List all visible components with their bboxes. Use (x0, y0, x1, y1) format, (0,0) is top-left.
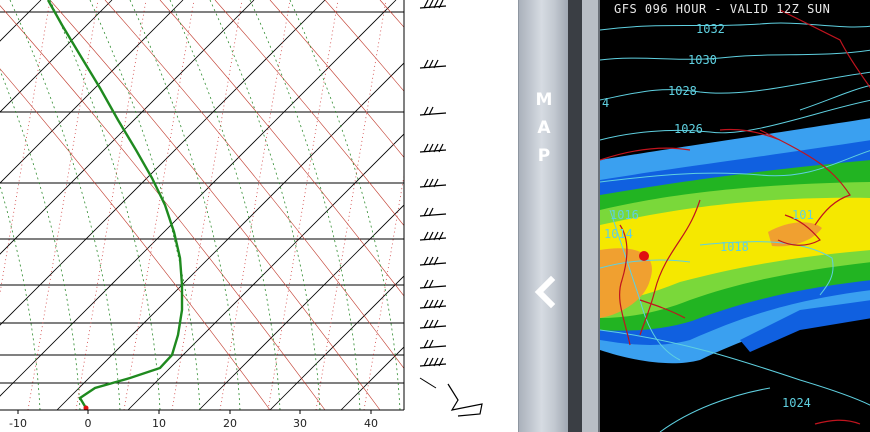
mixing-ratio-line (75, 0, 147, 410)
isotherm-line (198, 204, 404, 410)
moist-adiabat (129, 0, 241, 410)
isotherm-line (127, 133, 404, 410)
wind-barb-icon (419, 279, 447, 289)
moist-adiabat (0, 69, 81, 410)
skewt-canvas: -10 0 10 20 30 40 (0, 0, 518, 430)
isobar-label: 4 (602, 96, 610, 110)
isobar-label: 1026 (674, 122, 703, 136)
isobar-contour (799, 84, 870, 111)
skewt-grid (0, 0, 518, 410)
dry-adiabat (49, 0, 381, 410)
isobar-label: 1028 (668, 84, 697, 98)
dry-adiabat (435, 0, 518, 410)
isotherm-line (56, 62, 404, 410)
isotherm-line (0, 0, 397, 397)
temp-tick-label: 0 (85, 417, 92, 430)
mixing-ratio-line (315, 0, 387, 410)
mixing-ratio-line (171, 0, 243, 410)
wind-barb-icon (419, 0, 447, 9)
dry-adiabat (159, 0, 404, 297)
map-canvas (600, 9, 870, 432)
wind-barb-icon (419, 339, 447, 349)
isobar-contour (659, 387, 771, 432)
wind-barb-icon (419, 319, 447, 329)
dry-adiabat (379, 0, 404, 28)
moist-adiabat (249, 0, 361, 410)
hodograph-icon (419, 377, 483, 417)
moist-adiabat (49, 0, 161, 410)
isotherm-line (0, 0, 255, 255)
panel-gutter (568, 0, 582, 432)
map-letter-p: P (537, 146, 551, 166)
wind-barbs (419, 0, 447, 367)
mixing-ratio-line (267, 0, 339, 410)
isobar-label: 101 (792, 208, 814, 222)
temperature-axis: -10 0 10 20 30 40 (9, 410, 378, 430)
isotherm-line (269, 275, 404, 410)
wind-barb-icon (419, 207, 447, 217)
mixing-ratio-line (412, 0, 482, 410)
wind-barb-icon (419, 299, 447, 309)
dry-adiabat (0, 68, 271, 410)
map-title: GFS 096 HOUR - VALID 12Z SUN (614, 2, 831, 16)
panel-frame (582, 0, 598, 432)
isobar-contour (600, 22, 870, 31)
dry-adiabat (269, 0, 404, 158)
forecast-map[interactable]: GFS 096 HOUR - VALID 12Z SUN 1032 1030 1… (598, 0, 870, 432)
isobar-label: 1014 (604, 227, 633, 241)
moist-adiabat (289, 0, 401, 410)
dry-adiabat (324, 0, 404, 92)
dry-adiabat (490, 0, 518, 410)
skewt-diagram: -10 0 10 20 30 40 (0, 0, 518, 432)
map-letter-m: M (535, 90, 553, 110)
wind-barb-icon (419, 256, 447, 266)
station-marker[interactable] (639, 251, 649, 261)
temp-tick-label: -10 (9, 417, 27, 430)
isotherm-line (0, 0, 184, 184)
temp-tick-label: 30 (293, 417, 307, 430)
isobar-label: 1018 (720, 240, 749, 254)
isobar-label: 1016 (610, 208, 639, 222)
mixing-ratio-line (0, 0, 51, 296)
isotherm-line (340, 346, 404, 410)
temp-tick-label: 10 (152, 417, 166, 430)
mixing-ratio-line (219, 0, 291, 410)
isobar-contour (600, 71, 870, 101)
coastline-path (814, 419, 861, 425)
map-panel-toggle-bar[interactable]: M A P (518, 0, 569, 432)
wind-barb-icon (419, 59, 447, 69)
temperature-profile (46, 0, 184, 410)
moist-adiabat (209, 0, 321, 410)
map-letter-a: A (537, 118, 551, 138)
isobar-label: 1030 (688, 53, 717, 67)
isotherm-line (0, 0, 113, 113)
wind-barb-icon (419, 106, 447, 116)
temperature-line (46, 0, 184, 409)
wind-barb-icon (419, 357, 447, 367)
mixing-ratio-line (27, 0, 99, 410)
wind-barb-icon (419, 143, 447, 153)
isobar-contour (600, 49, 870, 61)
mixing-ratio-line (363, 173, 404, 410)
isobar-label: 1032 (696, 22, 725, 36)
temp-tick-label: 40 (364, 417, 378, 430)
isobar-label: 1024 (782, 396, 811, 410)
wind-barb-icon (419, 178, 447, 188)
wind-barb-icon (419, 231, 447, 241)
temp-tick-label: 20 (223, 417, 237, 430)
coastline-path (779, 9, 870, 89)
moist-adiabat (0, 184, 41, 410)
chevron-left-icon[interactable] (531, 274, 557, 310)
moist-adiabat (89, 0, 201, 410)
